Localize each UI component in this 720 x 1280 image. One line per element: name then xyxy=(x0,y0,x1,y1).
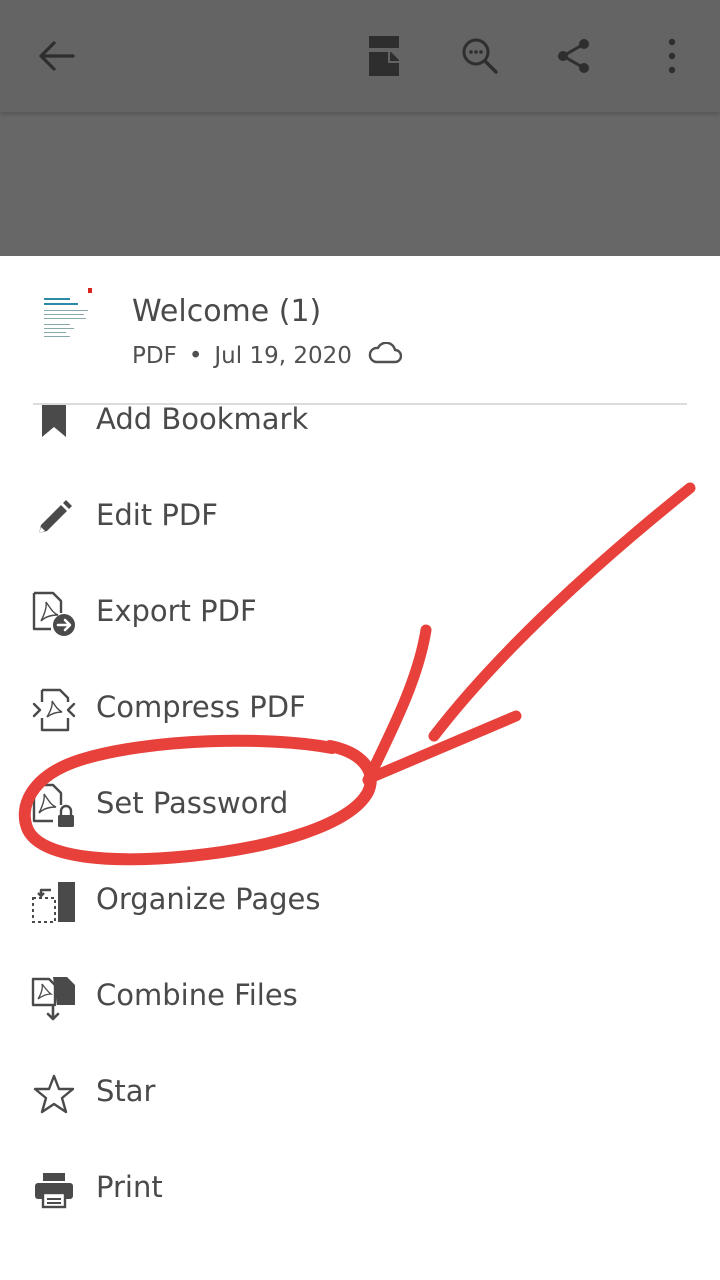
menu-item-label: Print xyxy=(96,1170,163,1204)
menu-item-label: Edit PDF xyxy=(96,498,218,532)
export-pdf-icon xyxy=(30,590,78,638)
menu-item-label: Add Bookmark xyxy=(96,404,309,436)
menu-item-label: Compress PDF xyxy=(96,690,306,724)
menu-item-compress-pdf[interactable]: Compress PDF xyxy=(0,662,720,758)
bookmark-icon xyxy=(30,404,78,446)
cloud-icon xyxy=(368,341,403,370)
menu-item-star[interactable]: Star xyxy=(0,1046,720,1142)
combine-files-icon xyxy=(30,974,78,1022)
search-document-icon[interactable] xyxy=(452,28,508,84)
menu-item-print[interactable]: Print xyxy=(0,1142,720,1238)
file-meta: PDF • Jul 19, 2020 xyxy=(132,341,403,370)
menu-item-add-bookmark[interactable]: Add Bookmark xyxy=(0,404,720,470)
star-icon xyxy=(30,1070,78,1118)
top-toolbar xyxy=(0,0,720,112)
printer-icon xyxy=(30,1166,78,1214)
menu-item-label: Organize Pages xyxy=(96,882,321,916)
menu-item-label: Export PDF xyxy=(96,594,257,628)
menu-item-set-password[interactable]: Set Password xyxy=(0,758,720,854)
organize-pages-icon xyxy=(30,878,78,926)
file-thumbnail[interactable] xyxy=(36,286,96,352)
compress-pdf-icon xyxy=(30,686,78,734)
menu-item-organize-pages[interactable]: Organize Pages xyxy=(0,854,720,950)
menu-item-label: Star xyxy=(96,1074,156,1108)
pencil-icon xyxy=(30,494,78,542)
file-date: Jul 19, 2020 xyxy=(214,343,352,369)
back-arrow-icon[interactable] xyxy=(28,28,84,84)
file-actions-sheet: Welcome (1) PDF • Jul 19, 2020 Add Bookm… xyxy=(0,256,720,1280)
file-title: Welcome (1) xyxy=(132,294,322,329)
menu-item-combine-files[interactable]: Combine Files xyxy=(0,950,720,1046)
menu-item-partial[interactable] xyxy=(0,1238,720,1280)
next-item-icon xyxy=(30,1262,78,1280)
menu-item-edit-pdf[interactable]: Edit PDF xyxy=(0,470,720,566)
menu-item-export-pdf[interactable]: Export PDF xyxy=(0,566,720,662)
reading-mode-icon[interactable] xyxy=(356,28,412,84)
lock-pdf-icon xyxy=(30,782,78,830)
file-header: Welcome (1) PDF • Jul 19, 2020 xyxy=(0,256,720,404)
menu-item-label: Set Password xyxy=(96,786,289,820)
file-type: PDF xyxy=(132,343,177,369)
meta-separator: • xyxy=(188,343,203,369)
more-vertical-icon[interactable] xyxy=(644,28,700,84)
menu-item-label: Combine Files xyxy=(96,978,298,1012)
menu-list: Add Bookmark Edit PDF Export PDF Compres… xyxy=(0,404,720,1280)
share-icon[interactable] xyxy=(546,28,602,84)
